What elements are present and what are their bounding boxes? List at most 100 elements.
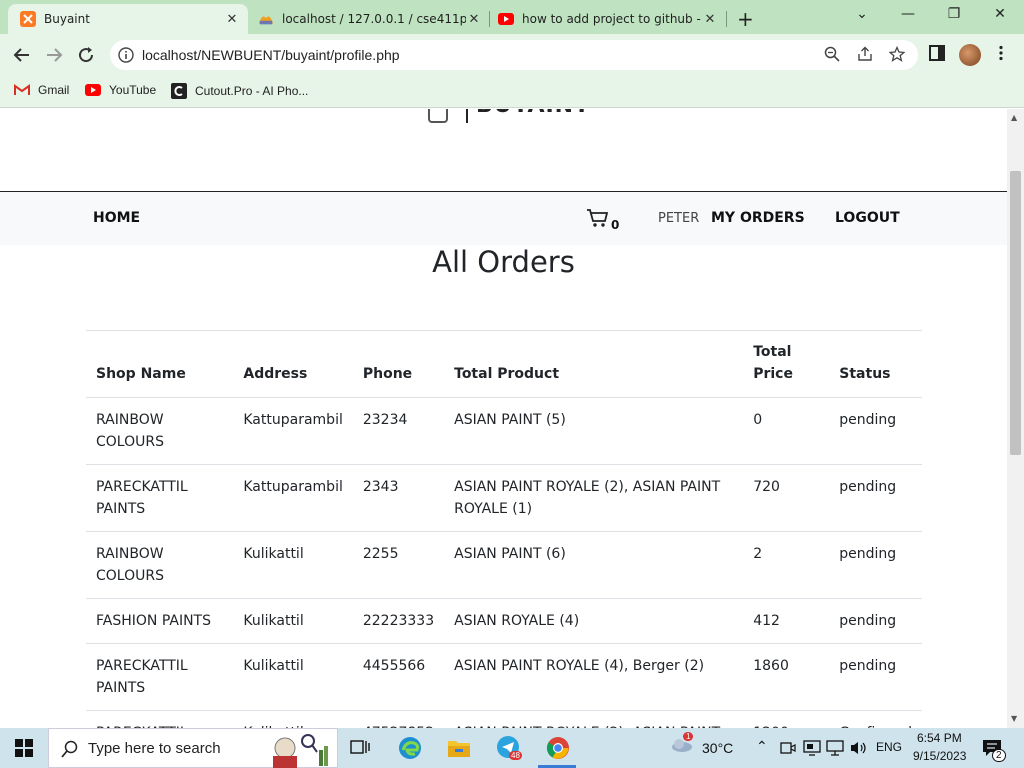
cell-phone: 23234 (352, 397, 445, 465)
cell-total-product: ASIAN PAINT ROYALE (2), ASIAN PAINT ROYA… (444, 710, 744, 728)
tab-title: localhost / 127.0.0.1 / cse411proj (282, 12, 466, 26)
close-tab-icon[interactable]: ✕ (224, 12, 240, 27)
site-logo[interactable]: BUYAINT (476, 109, 590, 118)
cell-shop-name: PARECKATTIL PAINTS (86, 464, 234, 532)
edge-icon[interactable] (394, 734, 426, 762)
nav-logout-link[interactable]: LOGOUT (835, 210, 900, 226)
bookmark-label: YouTube (109, 83, 157, 97)
cell-address: Kattuparambil (233, 464, 353, 532)
restore-icon[interactable]: ❐ (944, 6, 964, 22)
tab-buyaint[interactable]: Buyaint ✕ (8, 4, 248, 34)
page-title: All Orders (432, 245, 575, 279)
cell-total-product: ASIAN PAINT ROYALE (2), ASIAN PAINT ROYA… (444, 464, 744, 532)
task-view-icon[interactable] (344, 734, 376, 762)
cutout-icon (171, 83, 187, 99)
forward-icon[interactable] (42, 43, 66, 67)
cell-shop-name: PARECKATTIL PAINTS (86, 643, 234, 711)
close-window-icon[interactable]: ✕ (990, 6, 1010, 22)
cell-shop-name: FASHION PAINTS (86, 598, 234, 644)
notification-count: 2 (992, 749, 1006, 762)
table-header-row: Shop Name Address Phone Total Product To… (86, 330, 922, 398)
cell-status: Confirmed (829, 710, 922, 728)
close-tab-icon[interactable]: ✕ (702, 12, 718, 27)
clock-time[interactable]: 6:54 PM (917, 731, 962, 745)
cell-shop-name: RAINBOW COLOURS (86, 531, 234, 599)
scroll-down-arrow-icon[interactable]: ▼ (1011, 714, 1017, 723)
chrome-icon[interactable] (542, 734, 574, 762)
cell-phone: 22223333 (352, 598, 445, 644)
weather-temperature[interactable]: 30°C (702, 740, 733, 756)
file-explorer-icon[interactable] (443, 734, 475, 762)
cart-link[interactable]: 0 (586, 208, 619, 232)
column-header-total-product: Total Product (444, 330, 744, 398)
clock-date[interactable]: 9/15/2023 (913, 749, 966, 763)
table-row: FASHION PAINTS Kulikattil 22223333 ASIAN… (86, 598, 922, 644)
cell-status: pending (829, 531, 922, 599)
youtube-icon (498, 11, 514, 27)
scroll-up-arrow-icon[interactable]: ▲ (1011, 113, 1017, 122)
meet-now-icon[interactable] (780, 740, 796, 760)
cell-total-product: ASIAN PAINT (5) (444, 397, 744, 465)
bookmark-gmail[interactable]: Gmail (14, 83, 69, 97)
cell-total-product: ASIAN ROYALE (4) (444, 598, 744, 644)
column-header-phone: Phone (352, 330, 445, 398)
nav-home-link[interactable]: HOME (93, 210, 140, 226)
browser-tab-bar: Buyaint ✕ localhost / 127.0.0.1 / cse411… (0, 0, 1024, 34)
tab-phpmyadmin[interactable]: localhost / 127.0.0.1 / cse411proj ✕ (250, 4, 490, 34)
bookmark-cutout[interactable]: Cutout.Pro - AI Pho... (171, 83, 308, 99)
cell-status: pending (829, 643, 922, 711)
zoom-icon[interactable] (824, 46, 840, 66)
volume-icon[interactable] (850, 740, 868, 760)
search-highlight-icon (263, 732, 335, 768)
tab-title: Buyaint (44, 12, 90, 26)
minimize-icon[interactable]: — (898, 6, 918, 22)
cell-total-product: ASIAN PAINT ROYALE (4), Berger (2) (444, 643, 744, 711)
cell-address: Kulikattil (233, 710, 353, 728)
bookmark-star-icon[interactable] (888, 45, 906, 66)
cell-total-price: 1200 (743, 710, 830, 728)
reload-icon[interactable] (74, 43, 98, 67)
site-info-icon[interactable] (118, 47, 134, 67)
network-icon[interactable] (826, 740, 844, 760)
cell-total-price: 720 (743, 464, 830, 532)
cart-count: 0 (611, 218, 620, 232)
bookmark-youtube[interactable]: YouTube (85, 83, 156, 97)
cell-total-product: ASIAN PAINT (6) (444, 531, 744, 599)
back-icon[interactable] (10, 43, 34, 67)
nav-my-orders-link[interactable]: MY ORDERS (711, 210, 805, 226)
new-tab-button[interactable]: + (737, 7, 754, 31)
scrollbar-thumb[interactable] (1010, 171, 1021, 455)
tab-search-icon[interactable]: ⌄ (852, 6, 872, 22)
gmail-icon (14, 84, 30, 96)
site-header: BUYAINT (0, 109, 1007, 192)
close-tab-icon[interactable]: ✕ (466, 12, 482, 27)
nav-username: PETER (658, 211, 700, 226)
cell-shop-name: PARECKATTIL PAINTS (86, 710, 234, 728)
show-hidden-icons-icon[interactable]: ⌃ (756, 738, 768, 755)
address-bar[interactable]: localhost/NEWBUENT/buyaint/profile.php (110, 40, 918, 70)
cell-phone: 2343 (352, 464, 445, 532)
phpmyadmin-icon (258, 11, 274, 27)
table-row: RAINBOW COLOURS Kulikattil 2255 ASIAN PA… (86, 531, 922, 599)
taskbar-search-box[interactable]: Type here to search (48, 728, 338, 768)
language-indicator[interactable]: ENG (876, 740, 902, 754)
table-row: PARECKATTIL PAINTS Kattuparambil 2343 AS… (86, 464, 922, 532)
cell-total-price: 412 (743, 598, 830, 644)
cell-phone: 2255 (352, 531, 445, 599)
browser-toolbar: localhost/NEWBUENT/buyaint/profile.php (0, 34, 1024, 76)
cell-total-price: 1860 (743, 643, 830, 711)
cart-icon (586, 208, 610, 232)
tab-youtube[interactable]: how to add project to github - Yo ✕ (490, 4, 726, 34)
share-icon[interactable] (857, 46, 873, 66)
page-content: BUYAINT HOME 0 PETER MY ORDERS LOGOUT Al… (0, 109, 1007, 728)
cell-shop-name: RAINBOW COLOURS (86, 397, 234, 465)
telegram-badge: 48 (509, 751, 522, 760)
display-icon[interactable] (803, 740, 821, 760)
side-panel-icon[interactable] (929, 45, 945, 65)
column-header-status: Status (829, 330, 922, 398)
browser-menu-icon[interactable] (998, 45, 1004, 65)
windows-start-icon[interactable] (8, 734, 40, 762)
cell-status: pending (829, 397, 922, 465)
bookmark-label: Cutout.Pro - AI Pho... (195, 84, 309, 98)
profile-avatar[interactable] (959, 44, 981, 66)
